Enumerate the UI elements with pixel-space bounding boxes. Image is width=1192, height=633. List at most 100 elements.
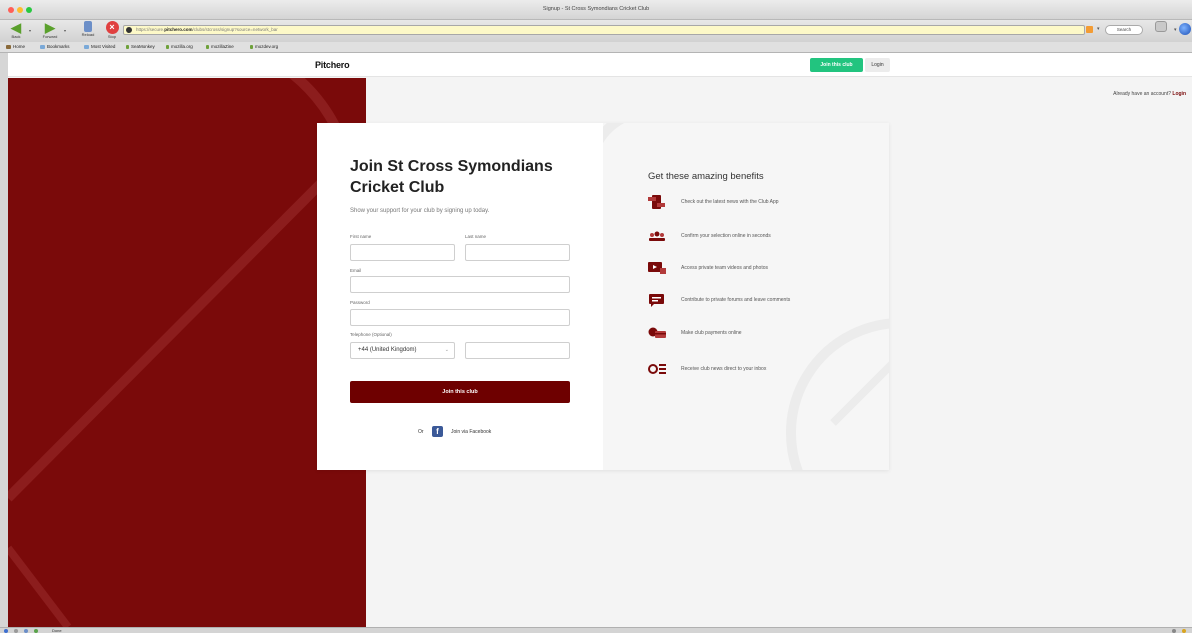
telephone-label: Telephone (Optional) — [350, 332, 392, 337]
bookmark-mozdev-org[interactable]: mozdev.org — [250, 44, 278, 49]
benefit-text: Access private team videos and photos — [681, 265, 768, 271]
forward-arrow-icon: ▶ — [45, 20, 55, 35]
reload-icon — [84, 21, 92, 32]
bookmark-home[interactable]: Home — [6, 44, 25, 49]
header-login-button[interactable]: Login — [865, 58, 890, 72]
connection-icon — [4, 629, 8, 633]
popup-icon — [14, 629, 18, 633]
folder-icon — [40, 44, 45, 49]
navigation-toolbar: ◀ Back ▾ ▶ Forward ▾ Reload × Stop https… — [0, 20, 1192, 46]
back-arrow-icon: ◀ — [11, 20, 21, 35]
first-name-input[interactable] — [350, 244, 455, 261]
reload-button[interactable]: Reload — [76, 21, 100, 42]
bookmark-seamonkey[interactable]: SeaMonkey — [126, 44, 155, 49]
site-identity-icon[interactable] — [126, 27, 132, 33]
decorative-lines — [8, 78, 366, 627]
facebook-icon[interactable]: f — [432, 426, 443, 437]
telephone-input[interactable] — [465, 342, 570, 359]
join-club-button[interactable]: Join this club — [350, 381, 570, 403]
last-name-label: Last name — [465, 234, 487, 239]
country-code-value: +44 (United Kingdom) — [358, 347, 417, 353]
first-name-label: First name — [350, 234, 372, 239]
benefit-text: Confirm your selection online in seconds — [681, 233, 771, 239]
browser-throbber-icon — [1179, 23, 1191, 35]
window-titlebar: Signup - St Cross Symondians Cricket Clu… — [0, 0, 1192, 20]
back-button[interactable]: ◀ Back — [4, 21, 28, 42]
benefit-item: Access private team videos and photos — [648, 261, 878, 277]
sync-icon — [1172, 629, 1176, 633]
site-header: Pitchero Join this club Login — [8, 53, 1192, 77]
benefits-title: Get these amazing benefits — [648, 171, 764, 182]
bookmark-mozilla-org[interactable]: mozilla.org — [166, 44, 193, 49]
benefit-item: Receive club news direct to your inbox — [648, 362, 878, 378]
feed-dropdown[interactable]: ▾ — [1097, 26, 1100, 32]
home-icon — [6, 44, 11, 49]
forward-button[interactable]: ▶ Forward — [38, 21, 62, 42]
signup-form: Join St Cross Symondians Cricket Club Sh… — [317, 123, 603, 470]
feed-icon[interactable] — [1086, 26, 1093, 33]
benefit-item: Check out the latest news with the Club … — [648, 195, 878, 211]
brand-background-panel — [8, 78, 366, 627]
already-have-account: Already have an account? Login — [1113, 91, 1186, 97]
printer-icon — [1155, 21, 1167, 32]
print-button[interactable]: Print — [1150, 21, 1172, 46]
video-icon — [648, 262, 666, 274]
leaf-icon — [166, 44, 169, 49]
bookmark-most-visited[interactable]: Most Visited — [84, 44, 115, 49]
back-history-dropdown[interactable]: ▾ — [29, 28, 31, 33]
search-button[interactable]: Search — [1105, 25, 1143, 35]
email-label: Email — [350, 268, 362, 273]
page-title: Join St Cross Symondians Cricket Club — [350, 158, 553, 196]
team-selection-icon — [649, 231, 665, 241]
url-bar[interactable]: https://secure.pitchero.com/clubs/stcros… — [123, 25, 1085, 35]
page-subtitle: Show your support for your club by signi… — [350, 208, 490, 214]
benefit-item: Contribute to private forums and leave c… — [648, 293, 878, 309]
bookmark-bookmarks[interactable]: Bookmarks — [40, 44, 70, 49]
status-text: Done — [52, 628, 62, 633]
stop-button[interactable]: × Stop — [100, 21, 124, 42]
bookmarks-bar: Home Bookmarks Most Visited SeaMonkey mo… — [0, 42, 1192, 53]
web-page: Pitchero Join this club Login Already ha… — [8, 53, 1192, 627]
country-code-select[interactable]: +44 (United Kingdom) ⌄ — [350, 342, 455, 359]
offline-icon — [24, 629, 28, 633]
payment-icon — [648, 327, 666, 338]
chevron-down-icon: ⌄ — [444, 347, 449, 353]
phone-news-icon — [648, 195, 665, 209]
or-separator: Or — [418, 429, 424, 435]
back-label: Back — [11, 34, 21, 39]
reload-label: Reload — [81, 32, 95, 37]
benefit-text: Contribute to private forums and leave c… — [681, 297, 791, 303]
last-name-input[interactable] — [465, 244, 570, 261]
folder-icon — [84, 44, 89, 49]
benefit-item: Confirm your selection online in seconds — [648, 229, 878, 245]
leaf-icon — [206, 44, 209, 49]
benefit-text: Make club payments online — [681, 330, 742, 336]
benefit-text: Receive club news direct to your inbox — [681, 366, 767, 372]
password-label: Password — [350, 300, 370, 305]
login-link[interactable]: Login — [1172, 91, 1186, 97]
leaf-icon — [126, 44, 129, 49]
pitchero-logo[interactable]: Pitchero — [315, 60, 350, 70]
bookmark-mozillazine[interactable]: mozillaZine — [206, 44, 234, 49]
leaf-icon — [250, 44, 253, 49]
newsletter-icon — [648, 364, 666, 374]
comment-icon — [649, 294, 664, 307]
benefit-item: Make club payments online — [648, 326, 878, 342]
window-title: Signup - St Cross Symondians Cricket Clu… — [542, 6, 650, 12]
password-input[interactable] — [350, 309, 570, 326]
header-join-button[interactable]: Join this club — [810, 58, 863, 72]
print-dropdown[interactable]: ▾ — [1174, 27, 1177, 33]
forward-label: Forward — [42, 34, 58, 39]
lock-icon — [1182, 629, 1186, 633]
forward-history-dropdown[interactable]: ▾ — [64, 28, 66, 33]
browser-statusbar: Done — [0, 627, 1192, 633]
url-text: https://secure.pitchero.com/clubs/stcros… — [136, 27, 278, 32]
join-via-facebook-link[interactable]: Join via Facebook — [451, 429, 491, 435]
signup-card: Join St Cross Symondians Cricket Club Sh… — [317, 123, 889, 470]
email-input[interactable] — [350, 276, 570, 293]
already-have-account-text: Already have an account? — [1113, 91, 1171, 97]
benefit-text: Check out the latest news with the Club … — [681, 199, 779, 205]
benefits-panel: Get these amazing benefits Check out the… — [603, 123, 889, 470]
security-icon — [34, 629, 38, 633]
stop-icon: × — [105, 21, 119, 34]
